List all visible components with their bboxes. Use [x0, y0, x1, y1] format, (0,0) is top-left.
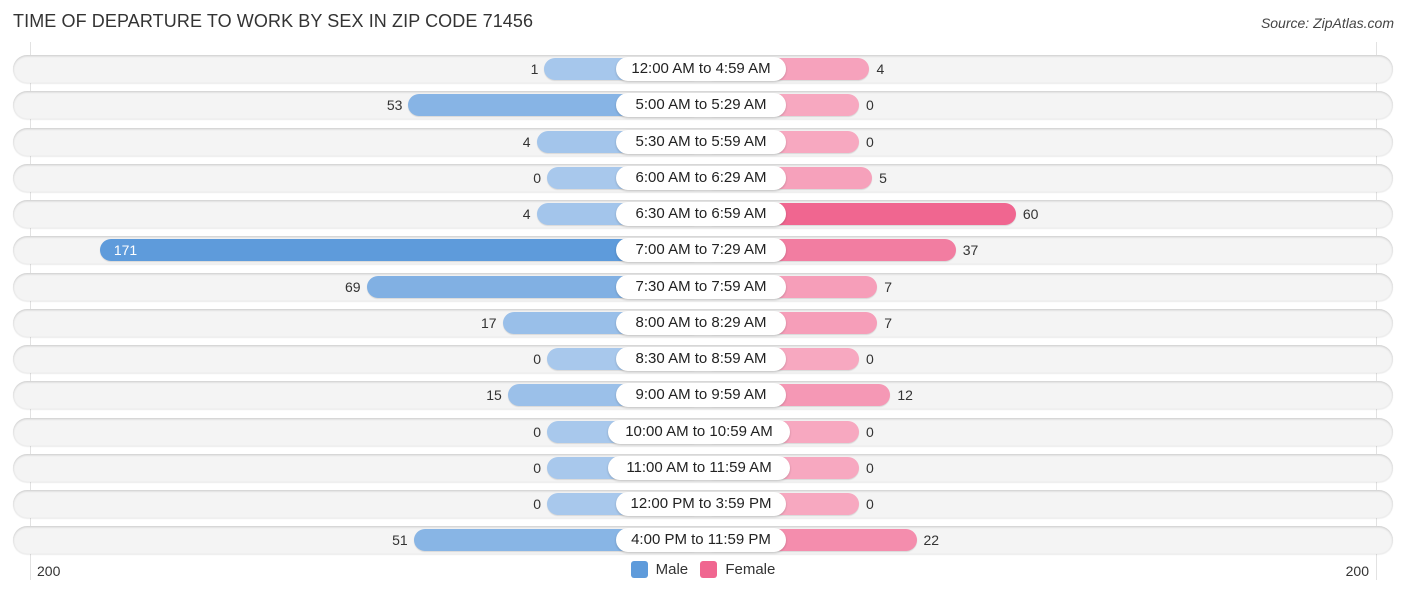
- legend-item-male[interactable]: Male: [630, 561, 689, 578]
- category-label: 5:00 AM to 5:29 AM: [616, 93, 786, 117]
- category-label: 5:30 AM to 5:59 AM: [616, 130, 786, 154]
- category-label: 10:00 AM to 10:59 AM: [608, 420, 790, 444]
- category-label: 7:00 AM to 7:29 AM: [616, 238, 786, 262]
- female-value-label: 0: [866, 97, 874, 113]
- chart-title: TIME OF DEPARTURE TO WORK BY SEX IN ZIP …: [13, 11, 534, 31]
- male-value-label: 0: [533, 170, 541, 186]
- female-value-label: 0: [866, 424, 874, 440]
- male-bar[interactable]: [99, 239, 703, 261]
- male-value-label: 17: [480, 315, 497, 331]
- male-value-label: 1: [530, 61, 539, 77]
- male-value-label: 69: [345, 279, 361, 295]
- legend-label-female: Female: [725, 561, 776, 578]
- female-value-label: 5: [879, 170, 887, 186]
- male-value-label: 51: [392, 532, 408, 548]
- male-value-label: 4: [522, 206, 531, 222]
- category-label: 12:00 AM to 4:59 AM: [616, 57, 786, 81]
- category-label: 9:00 AM to 9:59 AM: [616, 383, 786, 407]
- legend-swatch-female: [700, 561, 718, 578]
- female-value-label: 37: [962, 242, 979, 258]
- male-value-label: 0: [533, 460, 541, 476]
- male-value-label: 0: [533, 424, 541, 440]
- female-value-label: 4: [876, 61, 885, 77]
- category-label: 8:30 AM to 8:59 AM: [616, 347, 786, 371]
- legend: Male Female: [0, 561, 1406, 582]
- female-value-label: 22: [923, 532, 940, 548]
- female-value-label: 7: [884, 315, 893, 331]
- female-value-label: 60: [1022, 206, 1039, 222]
- male-value-label: 15: [486, 387, 502, 403]
- male-value-label: 4: [522, 134, 531, 150]
- category-label: 12:00 PM to 3:59 PM: [616, 492, 786, 516]
- female-value-label: 7: [884, 279, 893, 295]
- male-value-label: 171: [113, 242, 138, 258]
- male-value-label: 0: [533, 351, 541, 367]
- category-label: 6:30 AM to 6:59 AM: [616, 202, 786, 226]
- category-label: 7:30 AM to 7:59 AM: [616, 275, 786, 299]
- source-label: Source: ZipAtlas.com: [1260, 15, 1394, 31]
- category-label: 8:00 AM to 8:29 AM: [616, 311, 786, 335]
- male-value-label: 0: [533, 496, 541, 512]
- male-value-label: 53: [386, 97, 403, 113]
- female-value-label: 0: [866, 496, 874, 512]
- legend-label-male: Male: [655, 561, 689, 578]
- female-value-label: 12: [897, 387, 913, 403]
- category-label: 4:00 PM to 11:59 PM: [616, 528, 786, 552]
- legend-item-female[interactable]: Female: [700, 561, 775, 578]
- category-label: 6:00 AM to 6:29 AM: [616, 166, 786, 190]
- female-value-label: 0: [866, 351, 874, 367]
- female-value-label: 0: [866, 460, 874, 476]
- female-value-label: 0: [866, 134, 874, 150]
- category-label: 11:00 AM to 11:59 AM: [608, 456, 790, 480]
- legend-swatch-male: [630, 561, 648, 578]
